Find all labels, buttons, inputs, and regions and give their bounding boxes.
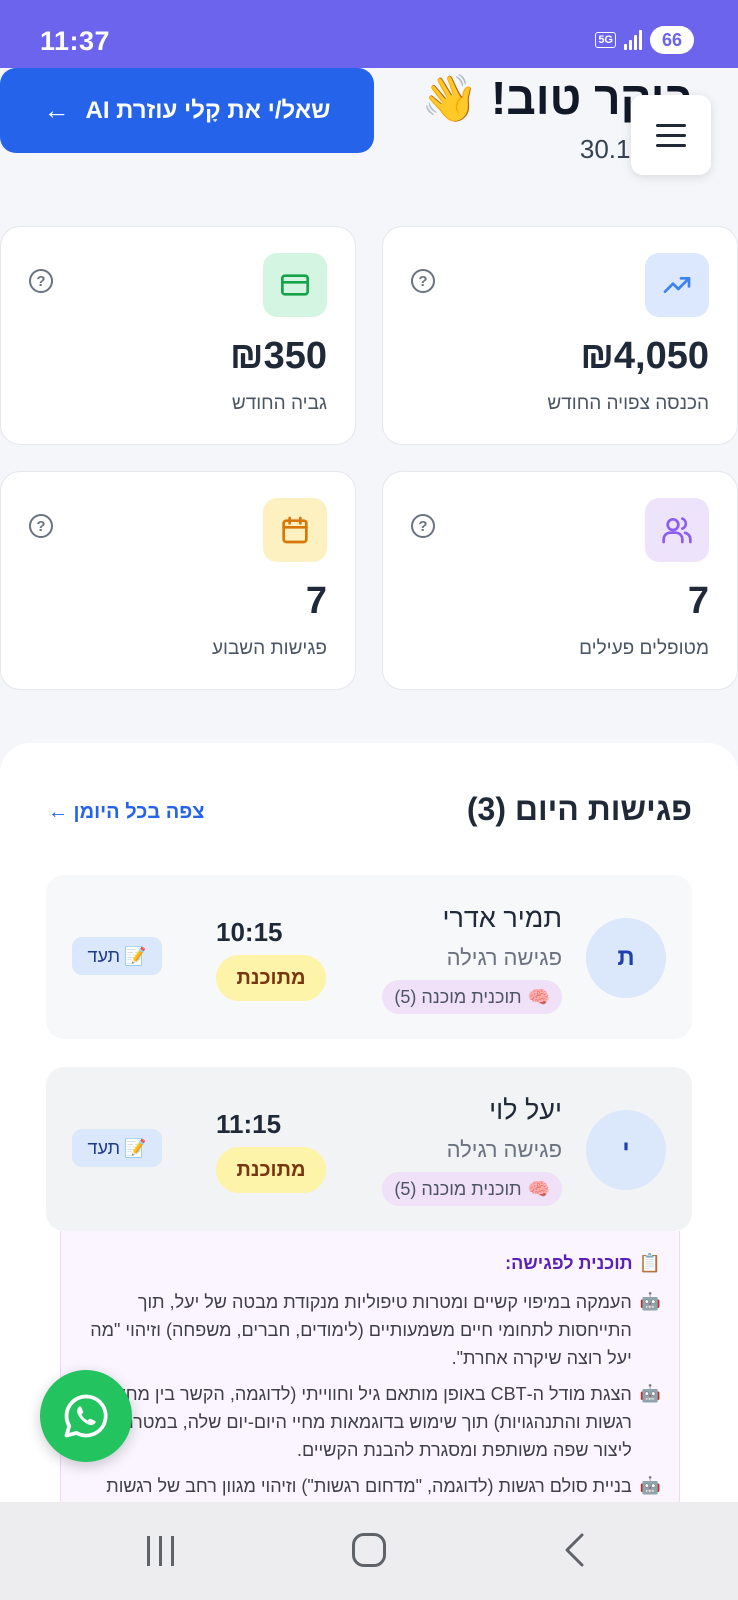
brain-icon: 🧠	[527, 986, 550, 1007]
help-icon[interactable]: ?	[411, 514, 435, 538]
plan-item: 🤖 הצגת מודל ה-CBT באופן מותאם גיל וחוויי…	[79, 1380, 661, 1464]
arrow-left-icon: ←	[43, 95, 70, 125]
plan-item: 🤖 העמקה במיפוי קשיים ומטרות טיפוליות מנק…	[79, 1288, 661, 1372]
dashboard-header: בוקר טוב! 👋 30.10.2026 שאל/י את קָלי עוז…	[0, 68, 738, 218]
ai-button-label: שאל/י את קָלי עוזרת AI	[85, 96, 331, 124]
plan-ready-badge[interactable]: 🧠 תוכנית מוכנה (5)	[382, 980, 562, 1014]
view-full-calendar-link[interactable]: צפה בכל היומן ←	[48, 801, 204, 824]
status-time: 11:37	[40, 26, 111, 56]
plan-badge-label: תוכנית מוכנה (5)	[394, 986, 522, 1007]
back-icon[interactable]	[562, 1532, 586, 1573]
whatsapp-button[interactable]	[40, 1370, 132, 1462]
avatar: ת	[586, 918, 666, 998]
system-navigation-bar	[0, 1502, 738, 1600]
ask-ai-assistant-button[interactable]: שאל/י את קָלי עוזרת AI ←	[0, 68, 374, 153]
status-bar: 11:37 5G 66	[0, 0, 738, 68]
document-session-button[interactable]: 📝 תעד	[72, 1129, 162, 1167]
document-button-label: תעד	[87, 1137, 121, 1158]
stat-value: 7	[305, 580, 327, 622]
help-icon[interactable]: ?	[29, 514, 53, 538]
status-badge: מתוכנת	[216, 1147, 326, 1193]
plan-badge-label: תוכנית מוכנה (5)	[394, 1178, 522, 1199]
trending-up-icon	[645, 253, 709, 317]
battery-icon: 66	[650, 26, 694, 54]
session-card[interactable]: י יעל לוי פגישה רגילה 🧠 תוכנית מוכנה (5)…	[46, 1067, 692, 1231]
session-time: 10:15	[216, 917, 283, 947]
plan-item-text: הצגת מודל ה-CBT באופן מותאם גיל וחווייתי…	[79, 1384, 632, 1460]
session-type: פגישה רגילה	[446, 945, 562, 970]
stat-card-expected-income[interactable]: ? ₪4,050 הכנסה צפויה החודש	[382, 226, 738, 445]
help-icon[interactable]: ?	[411, 269, 435, 293]
session-type: פגישה רגילה	[446, 1137, 562, 1162]
session-card[interactable]: ת תמיר אדרי פגישה רגילה 🧠 תוכנית מוכנה (…	[46, 875, 692, 1039]
patient-name: תמיר אדרי	[442, 903, 563, 933]
credit-card-icon	[263, 253, 327, 317]
stat-label: הכנסה צפויה החודש	[547, 393, 709, 414]
hamburger-menu-icon[interactable]	[631, 95, 711, 175]
stat-card-active-patients[interactable]: ? 7 מטופלים פעילים	[382, 471, 738, 690]
document-button-label: תעד	[87, 945, 121, 966]
memo-icon: 📝	[124, 1137, 147, 1158]
plan-item-text: העמקה במיפוי קשיים ומטרות טיפוליות מנקוד…	[90, 1292, 632, 1368]
network-5g-icon: 5G	[595, 32, 616, 48]
brain-icon: 🧠	[527, 1178, 550, 1199]
calendar-icon	[263, 498, 327, 562]
stat-card-weekly-sessions[interactable]: ? 7 פגישות השבוע	[0, 471, 356, 690]
stat-value: ₪350	[230, 335, 327, 377]
signal-icon	[624, 30, 642, 50]
robot-icon: 🤖	[639, 1292, 661, 1311]
status-icons: 5G 66	[595, 26, 694, 54]
plan-ready-badge[interactable]: 🧠 תוכנית מוכנה (5)	[382, 1172, 562, 1206]
memo-icon: 📝	[124, 945, 147, 966]
stat-card-monthly-collection[interactable]: ? ₪350 גביה החודש	[0, 226, 356, 445]
session-time: 11:15	[216, 1109, 282, 1139]
clipboard-icon: 📋	[638, 1253, 661, 1273]
patient-name: יעל לוי	[489, 1095, 562, 1125]
stat-value: 7	[687, 580, 709, 622]
recent-apps-icon[interactable]	[147, 1536, 174, 1566]
stat-value: ₪4,050	[580, 335, 709, 377]
session-plan-title: 📋 תוכנית לפגישה:	[79, 1253, 661, 1274]
stat-label: פגישות השבוע	[211, 638, 327, 659]
stat-label: מטופלים פעילים	[579, 638, 709, 659]
document-session-button[interactable]: 📝 תעד	[72, 937, 162, 975]
robot-icon: 🤖	[639, 1384, 661, 1403]
home-icon[interactable]	[352, 1533, 386, 1567]
stat-label: גביה החודש	[231, 393, 327, 414]
users-icon	[645, 498, 709, 562]
status-badge: מתוכנת	[216, 955, 326, 1001]
help-icon[interactable]: ?	[29, 269, 53, 293]
whatsapp-icon	[64, 1394, 108, 1438]
plan-title-text: תוכנית לפגישה:	[505, 1253, 633, 1273]
avatar: י	[586, 1110, 666, 1190]
today-sessions-title: פגישות היום (3)	[466, 791, 692, 827]
